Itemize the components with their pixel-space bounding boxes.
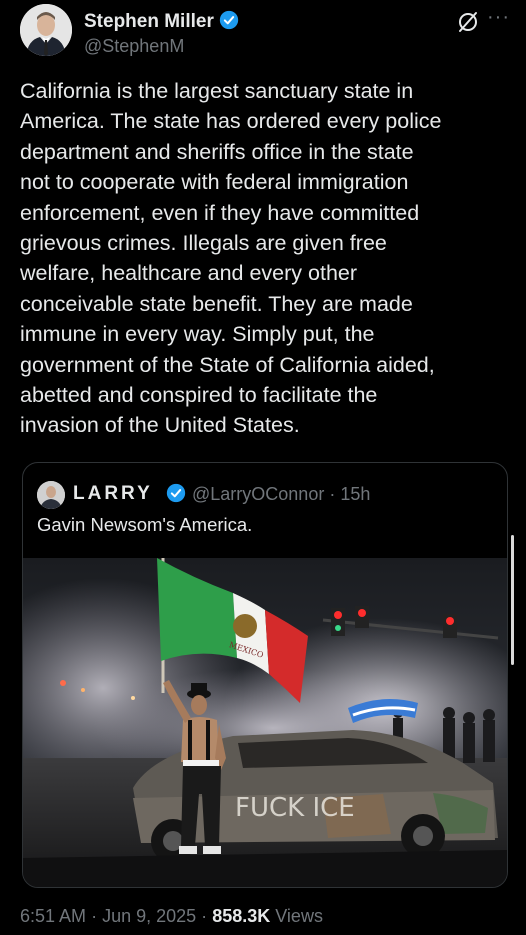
quoted-tweet-header: LARRY @LarryOConnor · 15h bbox=[37, 479, 497, 509]
footer-separator: · bbox=[201, 906, 208, 926]
grok-icon[interactable] bbox=[456, 10, 480, 39]
scrollbar[interactable] bbox=[511, 535, 514, 665]
quoted-tweet-text: Gavin Newsom's America. bbox=[37, 514, 253, 535]
quoted-author-avatar[interactable] bbox=[37, 481, 65, 509]
tweet-time[interactable]: 6:51 AM bbox=[20, 906, 86, 926]
author-name[interactable]: Stephen Miller bbox=[84, 10, 239, 36]
author-avatar[interactable] bbox=[20, 4, 72, 56]
tweet-date[interactable]: Jun 9, 2025 bbox=[102, 906, 196, 926]
quoted-time[interactable]: 15h bbox=[340, 484, 370, 504]
quoted-tweet[interactable]: LARRY @LarryOConnor · 15h Gavin Newsom's… bbox=[22, 462, 508, 888]
verified-badge-icon bbox=[166, 483, 186, 508]
tweet-footer: 6:51 AM · Jun 9, 2025 · 858.3K Views bbox=[20, 906, 323, 927]
meta-separator: · bbox=[329, 484, 336, 504]
tweet-text: California is the largest sanctuary stat… bbox=[20, 79, 442, 438]
quoted-tweet-photo[interactable]: FUCK ICE MEXICO bbox=[23, 558, 507, 887]
author-handle[interactable]: @StephenM bbox=[84, 36, 184, 57]
quoted-author-handle[interactable]: @LarryOConnor bbox=[192, 484, 324, 504]
views-label: Views bbox=[275, 906, 323, 926]
quoted-meta: @LarryOConnor · 15h bbox=[192, 484, 370, 505]
verified-badge-icon bbox=[219, 10, 239, 36]
views-count: 858.3K bbox=[212, 906, 271, 926]
quoted-author-name[interactable]: LARRY bbox=[73, 483, 153, 505]
more-icon[interactable]: ··· bbox=[487, 6, 510, 29]
footer-separator: · bbox=[91, 906, 98, 926]
tweet-header: Stephen Miller @StephenM ··· bbox=[20, 4, 510, 64]
car-graffiti: FUCK ICE bbox=[235, 793, 355, 823]
